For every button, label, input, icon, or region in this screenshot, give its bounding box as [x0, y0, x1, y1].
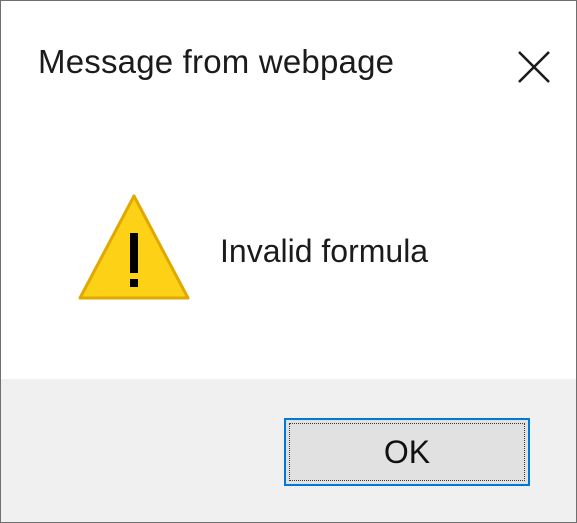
- warning-icon: [77, 193, 191, 301]
- dialog-footer: OK: [1, 379, 576, 522]
- close-icon: [516, 49, 552, 85]
- dialog-body: Invalid formula: [1, 121, 576, 379]
- dialog-titlebar: Message from webpage: [1, 1, 576, 121]
- ok-button-label: OK: [289, 423, 525, 481]
- dialog-message: Invalid formula: [220, 233, 429, 269]
- close-button[interactable]: [506, 39, 562, 95]
- dialog-title: Message from webpage: [38, 43, 395, 80]
- message-dialog: Message from webpage Invalid formula OK: [0, 0, 577, 523]
- ok-button[interactable]: OK: [284, 418, 530, 486]
